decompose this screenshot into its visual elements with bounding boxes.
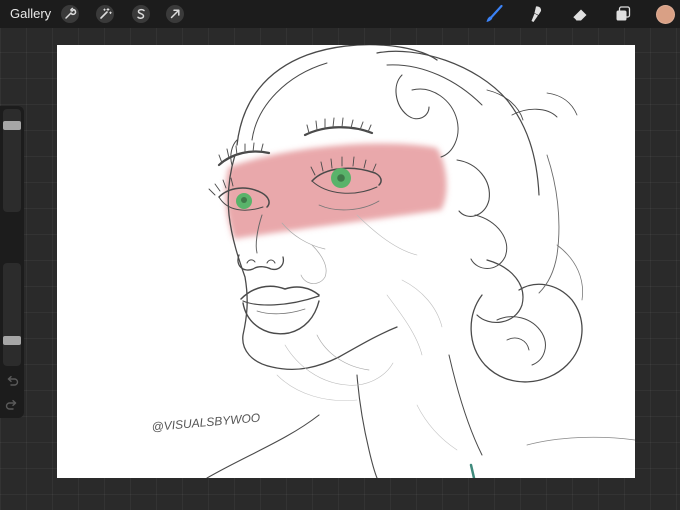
- color-picker-button[interactable]: [656, 5, 675, 24]
- brush-size-thumb[interactable]: [3, 120, 21, 130]
- gallery-button[interactable]: Gallery: [10, 6, 51, 22]
- transform-arrow-icon[interactable]: [165, 4, 185, 24]
- opacity-thumb[interactable]: [3, 336, 21, 346]
- brush-icon[interactable]: [483, 3, 505, 25]
- smudge-icon[interactable]: [526, 3, 548, 25]
- selection-s-icon[interactable]: [131, 4, 151, 24]
- eraser-icon[interactable]: [569, 3, 591, 25]
- left-sidebar: [0, 106, 24, 418]
- layers-icon[interactable]: [612, 3, 634, 25]
- opacity-slider[interactable]: [3, 263, 21, 366]
- sketch-artwork: @VISUALSBYWOO: [151, 45, 635, 478]
- artist-signature: @VISUALSBYWOO: [151, 411, 261, 434]
- redo-icon[interactable]: [4, 398, 20, 414]
- wrench-icon[interactable]: [60, 4, 80, 24]
- drawing-canvas[interactable]: @VISUALSBYWOO: [57, 45, 635, 478]
- undo-icon[interactable]: [4, 374, 20, 390]
- brush-size-slider[interactable]: [3, 109, 21, 212]
- top-toolbar: Gallery: [0, 0, 680, 28]
- magic-wand-icon[interactable]: [95, 4, 115, 24]
